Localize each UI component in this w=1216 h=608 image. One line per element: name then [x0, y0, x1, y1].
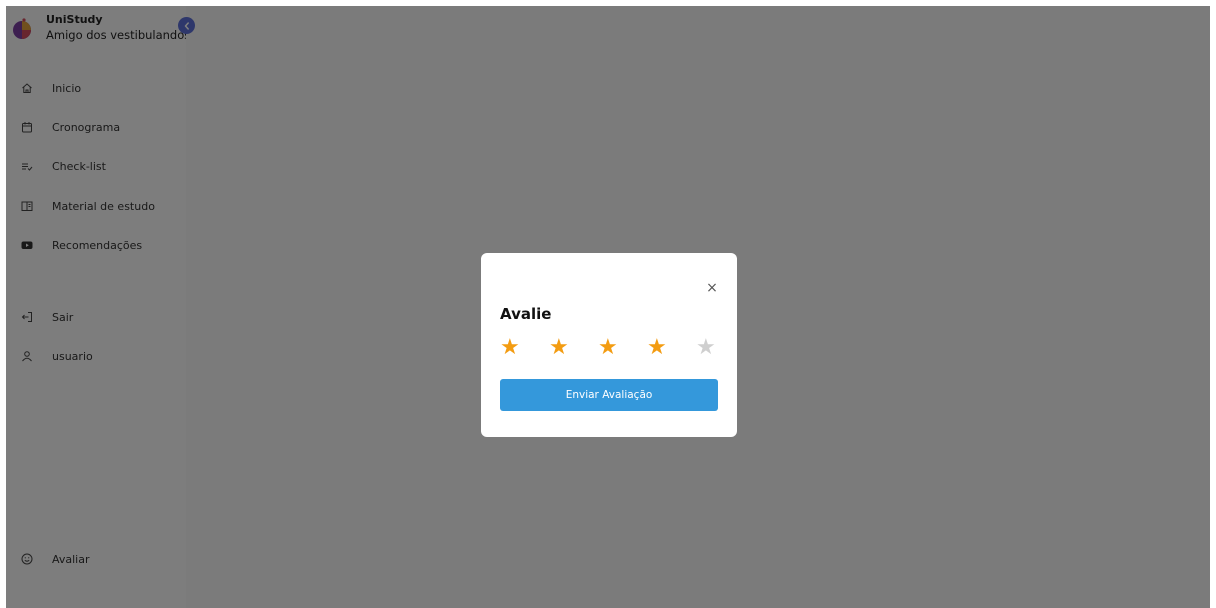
close-icon[interactable]: × — [705, 281, 719, 295]
star-rating: ★ ★ ★ ★ ★ — [500, 336, 720, 360]
dialog-title: Avalie — [500, 305, 552, 323]
star-empty-icon[interactable]: ★ — [696, 336, 716, 360]
submit-rating-button[interactable]: Enviar Avaliação — [500, 379, 718, 411]
star-filled-icon[interactable]: ★ — [500, 336, 520, 360]
screen: UniStudy Amigo dos vestibulandos Inicio … — [0, 0, 1216, 608]
star-filled-icon[interactable]: ★ — [647, 336, 667, 360]
app-window: UniStudy Amigo dos vestibulandos Inicio … — [6, 6, 1210, 608]
star-filled-icon[interactable]: ★ — [598, 336, 618, 360]
rating-dialog: × Avalie ★ ★ ★ ★ ★ Enviar Avaliação — [481, 253, 737, 437]
star-filled-icon[interactable]: ★ — [549, 336, 569, 360]
